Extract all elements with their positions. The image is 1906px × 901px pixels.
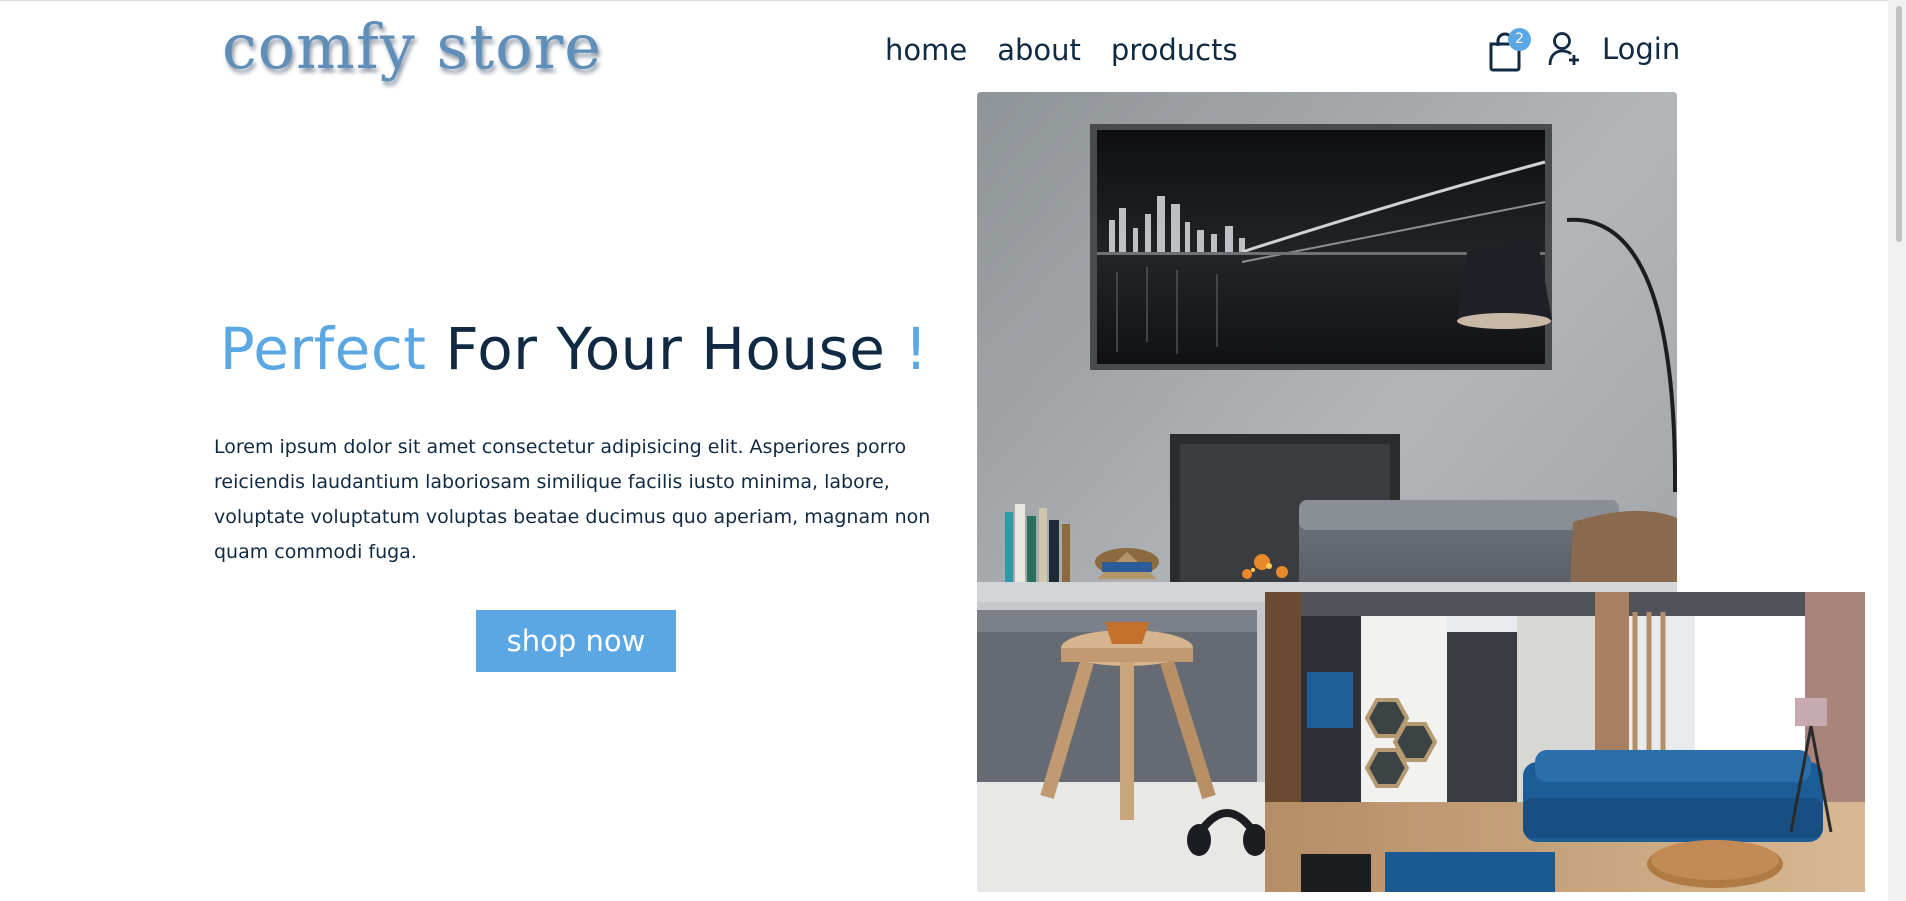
nav-products-link[interactable]: products <box>1111 30 1238 70</box>
hero-image-secondary <box>1265 592 1865 892</box>
shop-now-button[interactable]: shop now <box>476 610 676 672</box>
cart-count-badge: 2 <box>1508 28 1531 51</box>
user-button[interactable] <box>1548 30 1582 68</box>
login-link[interactable]: Login <box>1602 29 1680 69</box>
hero-title-mark: ! <box>904 315 929 383</box>
hero-description: Lorem ipsum dolor sit amet consectetur a… <box>214 436 931 563</box>
cart-button[interactable]: 2 <box>1487 28 1531 72</box>
hero-title: Perfect For Your House ! <box>214 315 934 383</box>
hero-title-accent: Perfect <box>219 315 427 383</box>
nav-about-link[interactable]: about <box>997 30 1081 70</box>
hero-title-main: For Your House <box>445 315 886 383</box>
top-border <box>0 0 1906 1</box>
nav-home-link[interactable]: home <box>885 30 967 70</box>
main-nav: home about products <box>885 30 1238 70</box>
logo[interactable]: comfy store <box>222 4 602 90</box>
user-add-icon <box>1548 32 1579 66</box>
scrollbar-thumb[interactable] <box>1896 6 1902 242</box>
